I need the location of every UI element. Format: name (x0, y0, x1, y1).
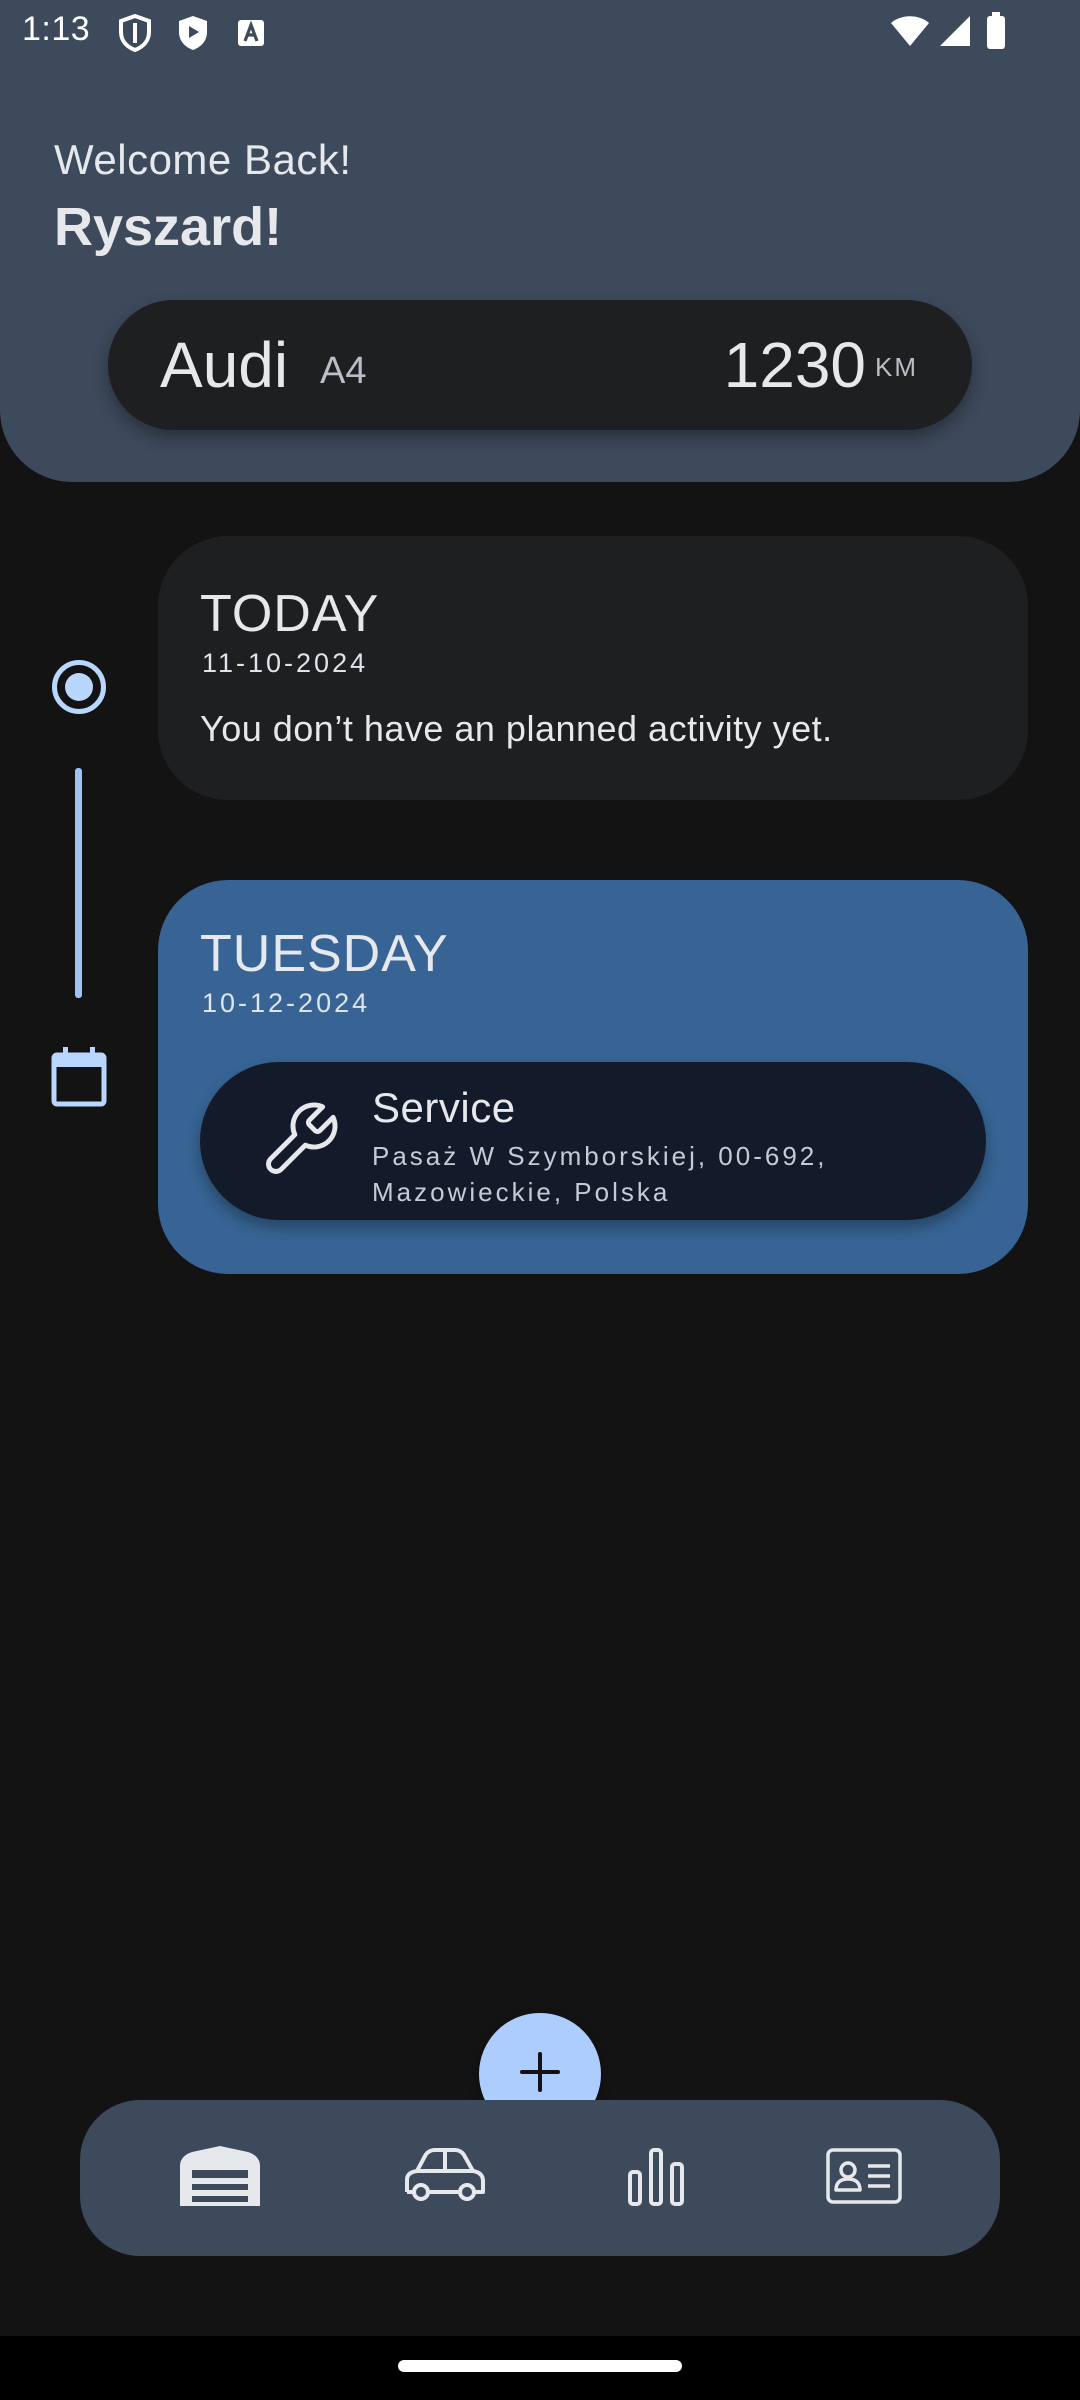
vehicle-selector[interactable]: Audi A4 1230 KM (108, 300, 972, 430)
home-gesture-handle[interactable] (398, 2360, 682, 2372)
wrench-icon (258, 1098, 342, 1182)
status-bar: 1:13 (0, 0, 1080, 64)
nav-item-vehicles[interactable] (394, 2140, 494, 2216)
empty-activity-message: You don’t have an planned activity yet. (200, 708, 833, 749)
timeline-current-dot-icon (52, 660, 106, 714)
bottom-navigation (80, 2100, 1000, 2256)
shield-outline-icon (118, 14, 152, 52)
activity-item-service[interactable]: Service Pasaż W Szymborskiej, 00-692, Ma… (200, 1062, 986, 1220)
cellular-signal-icon (938, 14, 972, 48)
welcome-text: Welcome Back! (54, 136, 352, 183)
vehicle-model: A4 (320, 350, 367, 392)
keyboard-a-icon (236, 18, 266, 48)
vehicle-mileage-unit: KM (875, 352, 918, 382)
nav-item-profile[interactable] (814, 2140, 914, 2216)
timeline-line (75, 768, 82, 998)
battery-icon (986, 12, 1006, 50)
garage-icon (178, 2144, 262, 2213)
day-title: TUESDAY (200, 925, 449, 983)
car-icon (401, 2146, 487, 2211)
nav-item-statistics[interactable] (606, 2140, 706, 2216)
vehicle-mileage: 1230 (723, 329, 866, 401)
day-card-tuesday[interactable]: TUESDAY 10-12-2024 Service Pasaż W Szymb… (158, 880, 1028, 1274)
gesture-navigation-area (0, 2336, 1080, 2400)
day-card-today[interactable]: TODAY 11-10-2024 You don’t have an plann… (158, 536, 1028, 800)
plus-icon (518, 2050, 562, 2099)
bar-chart-icon (626, 2146, 686, 2211)
day-date: 10-12-2024 (202, 988, 371, 1018)
vehicle-make: Audi (160, 329, 289, 401)
activity-address: Pasaż W Szymborskiej, 00-692, Mazowiecki… (372, 1141, 828, 1207)
username: Ryszard! (54, 197, 283, 257)
id-card-icon (826, 2146, 902, 2211)
activity-title: Service (372, 1084, 516, 1131)
timeline-dot-inner (65, 673, 93, 701)
wifi-icon (890, 14, 930, 48)
nav-item-garage[interactable] (170, 2140, 270, 2216)
day-title: TODAY (200, 585, 380, 643)
header: 1:13 Welcome Back! Ryszard! Audi A4 1230… (0, 0, 1080, 482)
shield-play-icon (176, 14, 210, 52)
home-screen: 1:13 Welcome Back! Ryszard! Audi A4 1230… (0, 0, 1080, 2400)
day-date: 11-10-2024 (202, 648, 369, 678)
calendar-icon (50, 1046, 108, 1108)
status-time: 1:13 (22, 10, 91, 48)
